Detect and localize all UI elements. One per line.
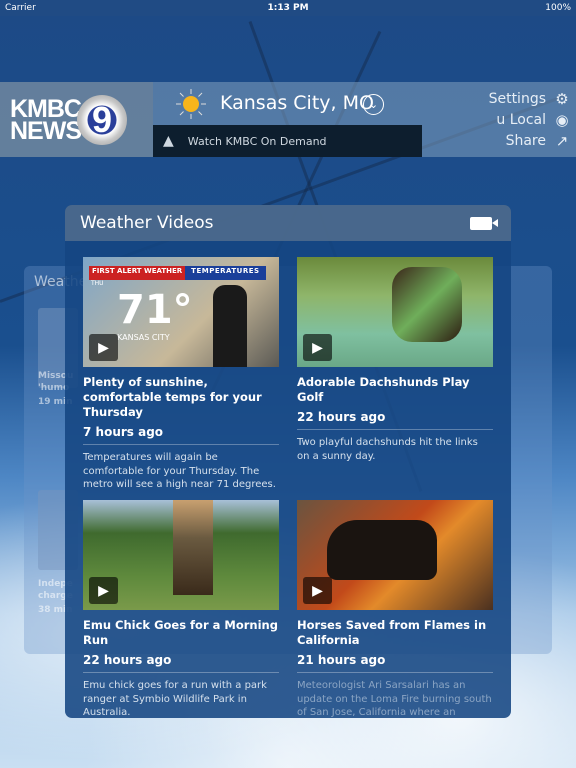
u-local-link[interactable]: u Local ◉ [489,110,570,131]
modal-title: Weather Videos [80,213,214,233]
weather-videos-modal: Weather Videos FIRST ALERT WEATHER TEMPER… [65,205,511,718]
play-icon[interactable]: ▶ [303,577,332,604]
sun-icon [176,89,206,119]
gear-icon: ⚙ [555,90,569,108]
video-card[interactable]: ▶ Emu Chick Goes for a Morning Run 22 ho… [83,500,279,718]
kmbc-logo[interactable]: KMBC NEWS 9 [0,82,153,157]
video-card[interactable]: ▶ Horses Saved from Flames in California… [297,500,493,718]
location-label[interactable]: Kansas City, MO [220,92,374,114]
settings-link[interactable]: Settings ⚙ [489,89,570,110]
play-icon[interactable]: ▶ [303,334,332,361]
video-thumbnail[interactable]: ▶ [297,500,493,610]
modal-header: Weather Videos [65,205,511,241]
status-bar: Carrier 1:13 PM 100% [0,0,576,16]
video-camera-icon[interactable] [470,216,498,230]
play-icon[interactable]: ▶ [89,577,118,604]
clock: 1:13 PM [267,3,309,13]
share-link[interactable]: Share ↗ [489,131,570,152]
header-links: Settings ⚙ u Local ◉ Share ↗ [489,89,570,152]
video-card[interactable]: ▶ Adorable Dachshunds Play Golf 22 hours… [297,257,493,463]
video-card[interactable]: FIRST ALERT WEATHER TEMPERATURES THU 71° … [83,257,279,492]
presenter [213,285,247,367]
battery: 100% [545,3,571,13]
on-demand-label: Watch KMBC On Demand [187,134,327,148]
play-icon[interactable]: ▶ [89,334,118,361]
share-icon: ↗ [555,132,569,150]
chevron-down-icon[interactable]: ⌄ [363,94,384,115]
camera-icon: ◉ [555,111,569,129]
tower-icon: ▲ [163,133,174,149]
carrier: Carrier [5,3,36,13]
video-thumbnail[interactable]: FIRST ALERT WEATHER TEMPERATURES THU 71° … [83,257,279,367]
watch-on-demand-button[interactable]: ▲ Watch KMBC On Demand [153,125,422,157]
video-thumbnail[interactable]: ▶ [297,257,493,367]
video-thumbnail[interactable]: ▶ [83,500,279,610]
